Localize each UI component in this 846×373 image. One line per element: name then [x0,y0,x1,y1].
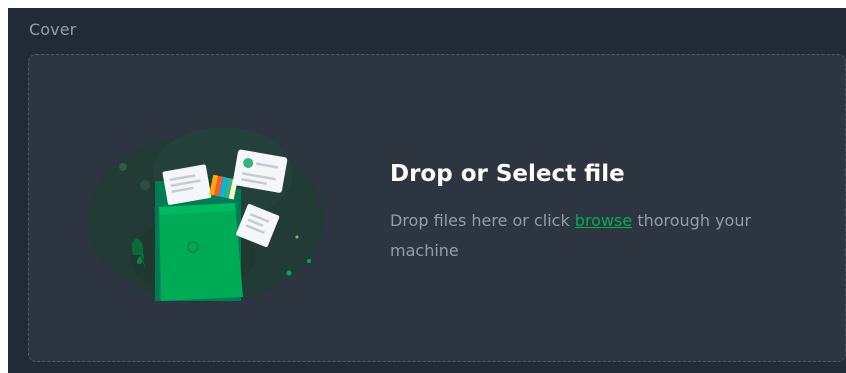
dropzone-desc-prefix: Drop files here or click [390,211,575,230]
browse-link[interactable]: browse [575,211,632,230]
dropzone-description: Drop files here or click browse thorough… [390,206,810,266]
upload-folder-illustration [87,127,323,303]
field-label: Cover [29,20,77,39]
dropzone-title: Drop or Select file [390,161,625,187]
upload-card: Cover Drop or Select file Drop files her… [8,8,846,373]
dropzone-texts: Drop or Select file Drop files here or c… [390,158,810,266]
file-dropzone[interactable]: Drop or Select file Drop files here or c… [28,54,846,362]
